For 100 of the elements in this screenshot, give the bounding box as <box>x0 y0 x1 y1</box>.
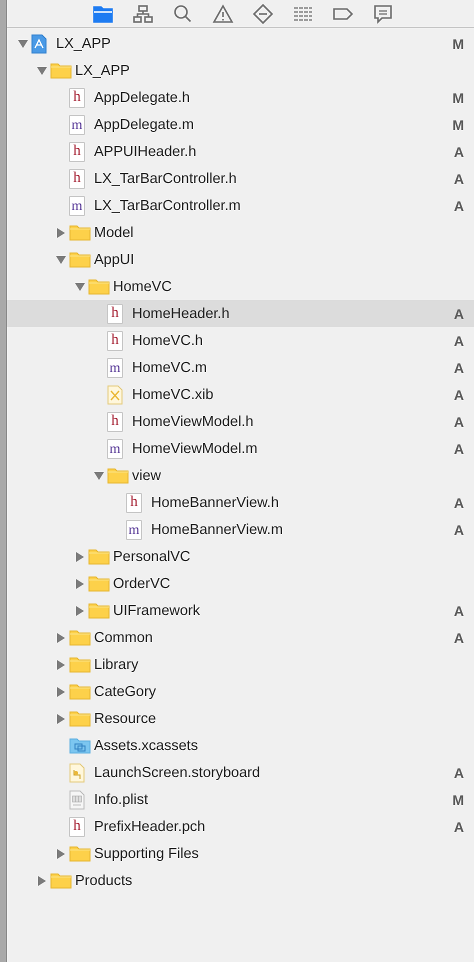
disclosure-triangle-icon[interactable] <box>56 686 66 696</box>
disclosure-triangle-icon[interactable] <box>75 552 85 562</box>
file-name: CateGory <box>94 684 158 700</box>
source-control-status: A <box>454 332 464 348</box>
folder-icon <box>88 548 110 565</box>
file-name: Common <box>94 630 154 646</box>
folder-icon <box>50 872 72 889</box>
file-name: LX_TarBarController.h <box>94 170 238 186</box>
folder-icon <box>69 710 91 727</box>
folder-icon <box>69 683 91 700</box>
plist-file-icon <box>69 790 85 810</box>
source-control-status: A <box>454 360 464 376</box>
navigator-row[interactable]: LX_APP M <box>7 30 474 57</box>
disclosure-triangle-icon[interactable] <box>37 66 47 76</box>
source-control-status: M <box>452 90 464 106</box>
disclosure-triangle-icon[interactable] <box>56 714 66 724</box>
navigator-row[interactable]: m HomeVC.m A <box>7 354 474 381</box>
file-name: AppDelegate.m <box>94 116 195 132</box>
disclosure-triangle-icon[interactable] <box>94 470 104 480</box>
disclosure-triangle-icon[interactable] <box>37 876 47 886</box>
disclosure-triangle-icon[interactable] <box>18 38 28 48</box>
source-file-icon: h <box>107 304 123 324</box>
navigator-row[interactable]: m HomeViewModel.m A <box>7 435 474 462</box>
navigator-row[interactable]: CateGory <box>7 678 474 705</box>
disclosure-triangle-icon[interactable] <box>56 632 66 642</box>
disclosure-triangle-icon[interactable] <box>56 848 66 858</box>
source-control-status: A <box>454 602 464 618</box>
navigator-row[interactable]: Resource <box>7 705 474 732</box>
source-control-status: A <box>454 386 464 402</box>
navigator-row[interactable]: LaunchScreen.storyboard A <box>7 759 474 786</box>
file-name: AppDelegate.h <box>94 90 191 106</box>
navigator-row[interactable]: view <box>7 462 474 489</box>
source-control-status: A <box>454 522 464 538</box>
navigator-row[interactable]: Common A <box>7 624 474 651</box>
asset-catalog-icon <box>69 737 91 754</box>
folder-icon <box>107 467 129 484</box>
disclosure-triangle-icon[interactable] <box>56 254 66 264</box>
file-name: HomeHeader.h <box>132 306 231 322</box>
disclosure-triangle-icon[interactable] <box>75 578 85 588</box>
source-file-icon: h <box>107 330 123 350</box>
file-name: Assets.xcassets <box>94 738 199 754</box>
navigator-row[interactable]: m HomeBannerView.m A <box>7 516 474 543</box>
source-control-status: M <box>452 792 464 808</box>
folder-icon <box>88 602 110 619</box>
navigator-row[interactable]: OrderVC <box>7 570 474 597</box>
file-name: OrderVC <box>113 576 172 592</box>
source-control-status: A <box>454 440 464 456</box>
file-name: HomeVC.h <box>132 332 204 348</box>
file-name: PrefixHeader.pch <box>94 818 206 834</box>
folder-icon <box>69 224 91 241</box>
test-tab[interactable] <box>252 2 274 24</box>
navigator-row[interactable]: m AppDelegate.m M <box>7 111 474 138</box>
navigator-row[interactable]: Products <box>7 867 474 894</box>
source-file-icon: h <box>126 492 142 512</box>
navigator-row[interactable]: AppUI <box>7 246 474 273</box>
source-control-status: A <box>454 494 464 510</box>
source-file-icon: m <box>69 196 85 216</box>
navigator-row[interactable]: m LX_TarBarController.m A <box>7 192 474 219</box>
source-file-icon: m <box>69 114 85 134</box>
navigator-row[interactable]: Info.plist M <box>7 786 474 813</box>
file-name: HomeViewModel.m <box>132 440 258 456</box>
navigator-row[interactable]: h LX_TarBarController.h A <box>7 165 474 192</box>
navigator-row[interactable]: Supporting Files <box>7 840 474 867</box>
disclosure-triangle-icon[interactable] <box>56 660 66 670</box>
navigator-row[interactable]: Library <box>7 651 474 678</box>
file-name: HomeVC.m <box>132 360 208 376</box>
source-control-status: A <box>454 170 464 186</box>
navigator-row[interactable]: h HomeHeader.h A <box>7 300 474 327</box>
navigator-row[interactable]: UIFramework A <box>7 597 474 624</box>
disclosure-triangle-icon[interactable] <box>75 606 85 616</box>
find-tab[interactable] <box>172 2 194 24</box>
navigator-row[interactable]: h PrefixHeader.pch A <box>7 813 474 840</box>
navigator-row[interactable]: Model <box>7 219 474 246</box>
file-name: LX_APP <box>56 36 112 52</box>
navigator-row[interactable]: h HomeVC.h A <box>7 327 474 354</box>
navigator-row[interactable]: LX_APP <box>7 57 474 84</box>
navigator-row[interactable]: h APPUIHeader.h A <box>7 138 474 165</box>
file-name: HomeVC <box>113 278 173 294</box>
folder-icon <box>50 62 72 79</box>
navigator-row[interactable]: h HomeViewModel.h A <box>7 408 474 435</box>
file-name: Info.plist <box>94 792 149 808</box>
navigator-row[interactable]: PersonalVC <box>7 543 474 570</box>
source-control-status: A <box>454 764 464 780</box>
file-name: HomeBannerView.m <box>151 522 284 538</box>
issue-tab[interactable] <box>212 2 234 24</box>
navigator-row[interactable]: HomeVC.xib A <box>7 381 474 408</box>
navigator-row[interactable]: h AppDelegate.h M <box>7 84 474 111</box>
folder-icon <box>69 845 91 862</box>
file-name: PersonalVC <box>113 548 192 564</box>
disclosure-triangle-icon[interactable] <box>56 228 66 238</box>
disclosure-triangle-icon[interactable] <box>75 282 85 292</box>
report-tab[interactable] <box>372 2 394 24</box>
file-name: LaunchScreen.storyboard <box>94 764 262 780</box>
file-name: view <box>132 468 162 484</box>
file-name: Products <box>75 872 134 888</box>
navigator-row[interactable]: h HomeBannerView.h A <box>7 489 474 516</box>
symbol-tab[interactable] <box>132 2 154 24</box>
navigator-row[interactable]: HomeVC <box>7 273 474 300</box>
source-file-icon: h <box>69 816 85 836</box>
navigator-row[interactable]: Assets.xcassets <box>7 732 474 759</box>
